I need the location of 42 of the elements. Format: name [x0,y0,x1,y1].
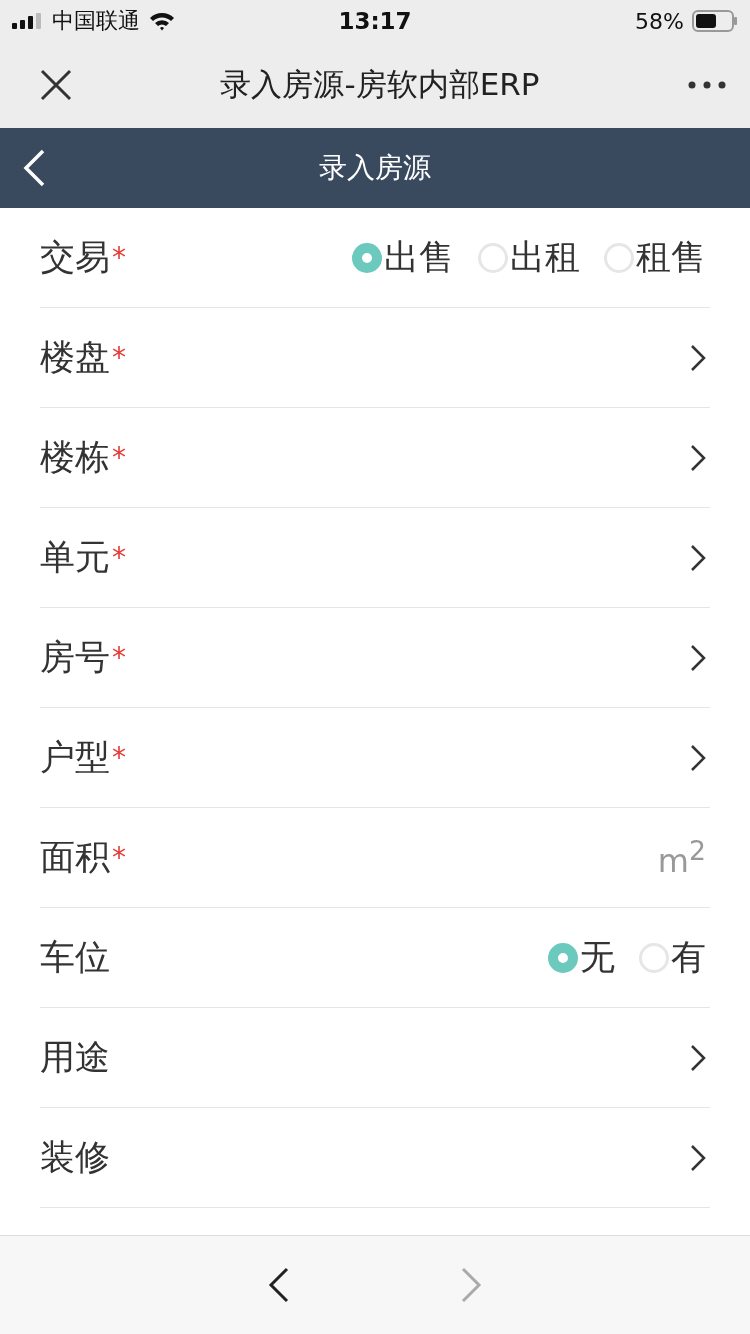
close-button[interactable] [40,69,72,101]
required-mark: * [112,541,126,574]
carrier-name: 中国联通 [52,7,140,35]
signal-icon [12,13,44,29]
header-title: 录入房源 [319,150,431,186]
radio-option[interactable]: 有 [639,934,706,981]
chevron-right-icon[interactable] [690,443,706,472]
field-label: 楼栋 [40,436,110,479]
unit-label: m$^{2}$ [657,835,706,880]
battery-icon [692,10,738,32]
battery-percent: 58% [635,8,684,34]
field-label: 车位 [40,936,110,979]
more-button[interactable] [688,81,726,89]
radio-option[interactable]: 出售 [352,234,454,281]
wifi-icon [148,11,176,31]
field-label: 楼盘 [40,336,110,379]
back-button[interactable] [22,149,46,187]
required-mark: * [112,241,126,274]
chevron-right-icon[interactable] [690,343,706,372]
chevron-right-icon[interactable] [690,1143,706,1172]
chevron-right-icon[interactable] [690,543,706,572]
chevron-right-icon[interactable] [690,1043,706,1072]
required-mark: * [112,841,126,874]
field-label: 面积 [40,836,110,879]
window-title: 录入房源-房软内部ERP [220,65,540,104]
back-arrow-button[interactable] [268,1267,290,1303]
field-label: 房号 [40,636,110,679]
radio-option[interactable]: 无 [548,934,615,981]
field-label: 用途 [40,1036,110,1079]
field-label: 装修 [40,1136,110,1179]
required-mark: * [112,441,126,474]
chevron-right-icon[interactable] [690,743,706,772]
required-mark: * [112,741,126,774]
field-label: 交易 [40,236,110,279]
status-time: 13:17 [338,8,412,34]
required-mark: * [112,641,126,674]
field-label: 户型 [40,736,110,779]
field-label: 单元 [40,536,110,579]
chevron-right-icon[interactable] [690,643,706,672]
required-mark: * [112,341,126,374]
radio-option[interactable]: 租售 [604,234,706,281]
radio-option[interactable]: 出租 [478,234,580,281]
